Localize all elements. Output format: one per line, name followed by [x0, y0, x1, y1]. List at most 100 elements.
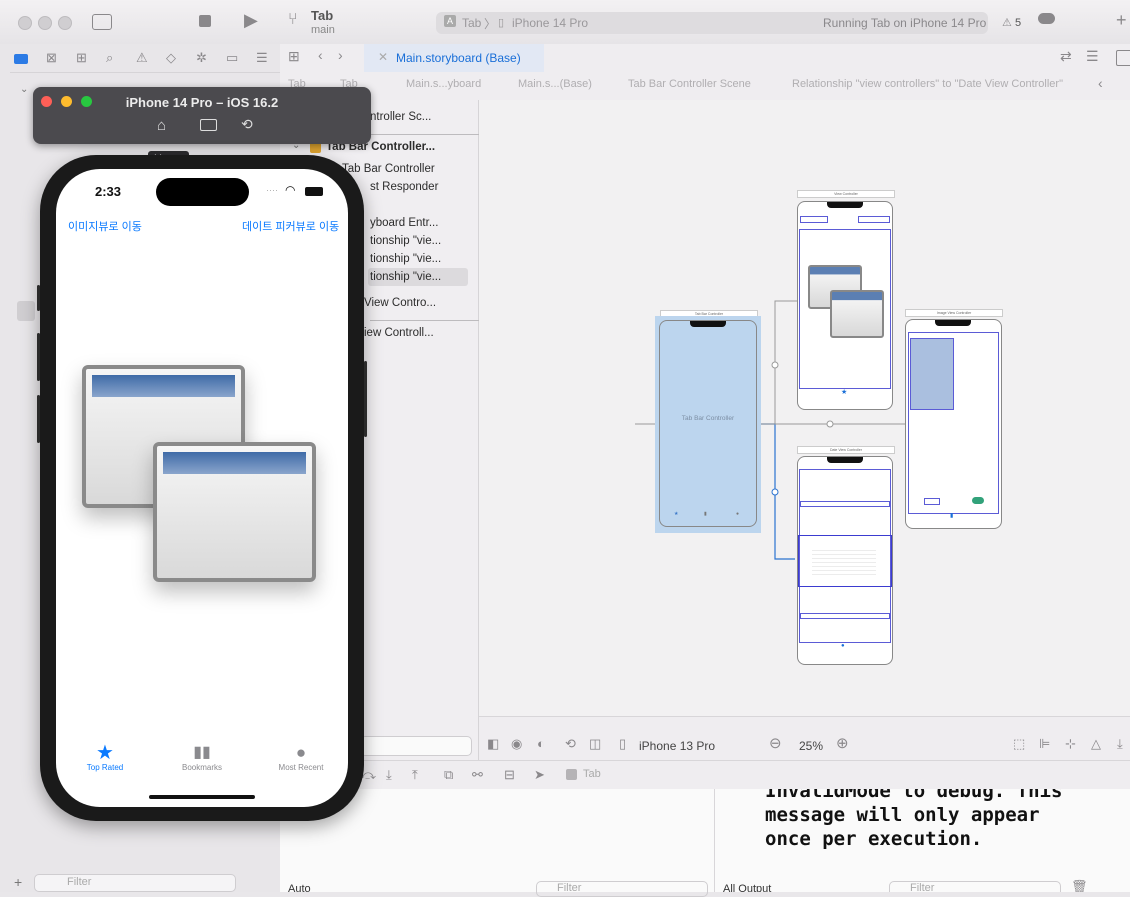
search-icon[interactable]: ⌕ [106, 50, 113, 66]
forward-icon[interactable]: › [338, 47, 343, 63]
embed-icon[interactable]: ⤓ [1117, 736, 1123, 752]
report-icon[interactable]: ☰ [256, 50, 268, 66]
star-icon: ★ [841, 389, 848, 396]
sidebar-toggle-icon[interactable] [92, 14, 112, 30]
source-control-icon[interactable]: ⊠ [46, 50, 57, 66]
close-tab-icon[interactable]: ✕ [378, 50, 388, 64]
jump-bar: Tab Tab Main.s...yboard Main.s...(Base) … [280, 72, 1130, 101]
zoom-window-button[interactable] [58, 16, 72, 30]
tab-label: Most Recent [278, 763, 324, 772]
rotate-icon[interactable]: ⟲ [241, 116, 253, 133]
switch-control [972, 497, 984, 504]
cloud-icon[interactable] [1038, 13, 1055, 24]
debug-target[interactable]: Tab [583, 768, 601, 780]
disclosure-icon[interactable]: ⌄ [20, 84, 28, 95]
home-indicator[interactable] [149, 795, 255, 799]
tab-most-recent[interactable]: ● Most Recent [270, 743, 332, 772]
console-output-selector[interactable]: All Output [723, 883, 771, 892]
grid-icon[interactable]: ⊞ [288, 48, 300, 65]
swap-icon[interactable]: ⇄ [1060, 48, 1072, 65]
star-icon: ★ [96, 742, 114, 764]
step-out-icon[interactable]: ⤒ [412, 767, 418, 783]
iphone-frame: 2:33 ···· ◠ 이미지뷰로 이동 데이트 피커뷰로 이동 ★ Top R… [37, 155, 367, 821]
home-icon[interactable]: ⌂ [157, 117, 166, 134]
date-picker-link[interactable]: 데이트 피커뷰로 이동 [242, 218, 339, 234]
zoom-in-icon[interactable]: ⊕ [836, 734, 849, 752]
jump-crumb-4[interactable]: Main.s...(Base) [518, 78, 592, 90]
back-icon[interactable]: ‹ [318, 47, 323, 63]
navigator-filter-field[interactable]: Filter [34, 874, 236, 892]
view-controller-scene[interactable]: ★ [797, 201, 893, 410]
tab-top-rated[interactable]: ★ Top Rated [76, 743, 134, 772]
device-selector[interactable]: iPhone 14 Pro [512, 16, 588, 30]
notch [935, 320, 971, 326]
symbol-icon[interactable]: ⊞ [76, 50, 87, 66]
split-icon[interactable]: ◫ [589, 736, 601, 752]
screenshot-icon[interactable] [200, 119, 217, 131]
view-hierarchy-icon[interactable]: ⧉ [444, 767, 453, 783]
filter-placeholder: Filter [67, 876, 92, 888]
variables-filter-field[interactable]: Filter [536, 881, 708, 897]
jump-crumb-5[interactable]: Tab Bar Controller Scene [628, 78, 751, 90]
dark-mode-icon[interactable]: ◐ [537, 736, 545, 751]
power-button [364, 361, 367, 437]
tab-label: Top Rated [86, 763, 124, 772]
clock-icon: ● [841, 643, 845, 649]
jump-crumb-3[interactable]: Main.s...yboard [406, 78, 481, 90]
issue-icon[interactable]: ⚠ [136, 50, 148, 66]
pin-icon[interactable]: ⊹ [1065, 736, 1076, 752]
outline-toggle-icon[interactable]: ◧ [487, 736, 499, 752]
warning-icon[interactable]: ⚠ [1002, 16, 1012, 29]
align-icon[interactable]: ⊫ [1039, 736, 1050, 752]
chevron-left-icon[interactable]: ‹ [1098, 75, 1103, 91]
tab-label: Main.storyboard (Base) [396, 51, 521, 65]
date-picker-wheel [812, 547, 876, 577]
stop-icon[interactable] [199, 15, 211, 27]
add-file-icon[interactable]: + [14, 874, 22, 890]
variables-mode-selector[interactable]: Auto [288, 883, 311, 895]
minimize-window-button[interactable] [38, 16, 52, 30]
breakpoint-icon[interactable]: ▭ [226, 50, 238, 66]
image-view-link[interactable]: 이미지뷰로 이동 [68, 218, 142, 234]
console-filter-field[interactable]: Filter [889, 881, 1061, 892]
add-icon[interactable]: + [1116, 10, 1127, 31]
image-view-placeholder [910, 338, 954, 410]
phone-screen[interactable]: 2:33 ···· ◠ 이미지뷰로 이동 데이트 피커뷰로 이동 ★ Top R… [56, 169, 348, 807]
trash-icon[interactable]: 🗑 [1071, 879, 1088, 892]
tab-main-storyboard[interactable]: ✕ Main.storyboard (Base) [364, 44, 544, 72]
step-into-icon[interactable]: ⤓ [386, 767, 392, 783]
resolve-icon[interactable]: △ [1091, 736, 1101, 752]
lines-icon[interactable]: ☰ [1086, 48, 1099, 65]
tab-bookmarks[interactable]: ▮▮ Bookmarks [173, 743, 231, 772]
add-editor-icon[interactable] [1116, 50, 1130, 66]
environment-icon[interactable]: ⊟ [504, 767, 515, 783]
location-icon[interactable]: ➤ [534, 767, 545, 783]
run-icon[interactable]: ▶ [244, 10, 258, 31]
filter-placeholder: Filter [910, 882, 935, 892]
test-icon[interactable]: ◇ [166, 50, 176, 66]
orientation-icon[interactable]: ⟲ [565, 736, 576, 752]
clock-icon: ● [736, 511, 740, 517]
app-icon [566, 769, 577, 780]
canvas-device-selector[interactable]: iPhone 13 Pro [639, 739, 715, 753]
star-icon: ★ [674, 511, 679, 517]
storyboard-canvas[interactable]: Tab Bar Controller Tab Bar Controller ★ … [479, 100, 1130, 727]
step-over-icon[interactable]: ⤼ [362, 767, 376, 783]
navigator-filter-bar: + Filter [8, 872, 273, 892]
tab-bar-controller-scene[interactable]: Tab Bar Controller ★ ▮ ● [659, 320, 757, 527]
debug-icon[interactable]: ✲ [196, 50, 207, 66]
appearance-icon[interactable]: ◉ [511, 736, 522, 752]
memory-graph-icon[interactable]: ⚯ [472, 767, 483, 783]
zoom-out-icon[interactable]: ⊖ [769, 734, 782, 752]
canvas-bottom-bar: ◧ ◉ ◐ ⟲ ◫ ▯ iPhone 13 Pro ⊖ 25% ⊕ ⬚ ⊫ ⊹ … [479, 716, 1130, 761]
scheme-selector[interactable]: Tab [462, 16, 481, 30]
date-view-controller-scene[interactable]: ● [797, 456, 893, 665]
jump-crumb-6[interactable]: Relationship "view controllers" to "Date… [792, 78, 1063, 90]
image-view-controller-scene[interactable]: ▮ [905, 319, 1002, 529]
update-frames-icon[interactable]: ⬚ [1013, 736, 1025, 752]
folder-icon[interactable] [14, 54, 28, 64]
outline-filter-field[interactable] [360, 736, 472, 756]
app-icon: A [444, 15, 456, 27]
console-output: InvalidMode to debug. This message will … [765, 789, 1063, 850]
close-window-button[interactable] [18, 16, 32, 30]
